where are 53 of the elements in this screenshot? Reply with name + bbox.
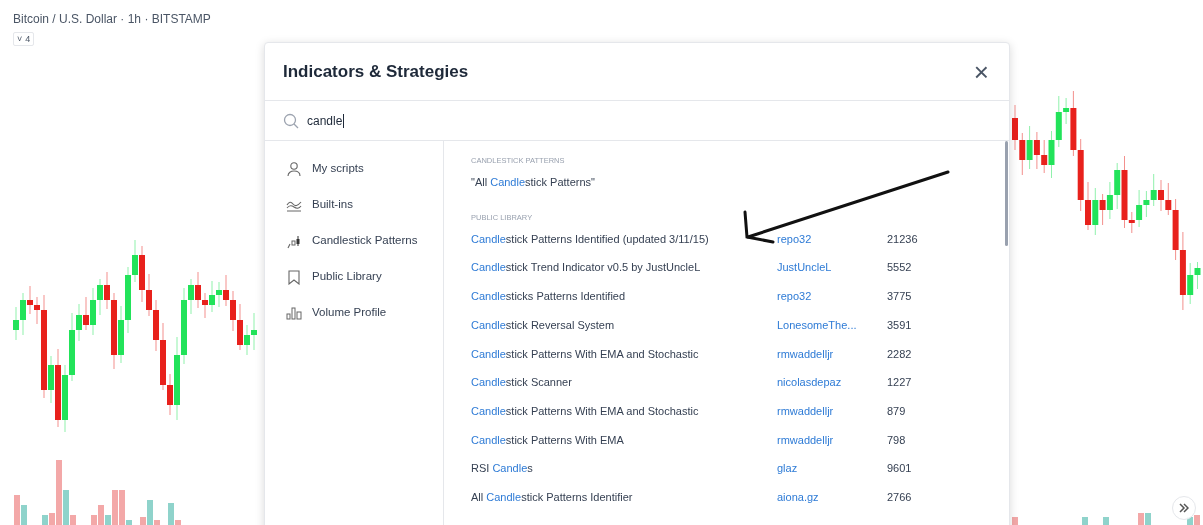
search-icon (283, 112, 299, 129)
dialog-title: Indicators & Strategies (283, 60, 469, 83)
script-title[interactable]: Candlestick Patterns With EMA and Stochastic (471, 345, 777, 363)
author-link[interactable]: rmwaddelljr (777, 431, 887, 449)
likes-count: 1227 (887, 375, 912, 391)
user-icon (286, 161, 302, 177)
bookmark-icon (286, 269, 302, 285)
likes-count: 9601 (887, 461, 912, 477)
chevron-icon: ˅ (17, 34, 23, 44)
collapse-button[interactable]: ˅ 4 (13, 32, 35, 46)
volume-bar (1012, 517, 1018, 525)
chart-title: Bitcoin / U.S. Dollar · 1h · BITSTAMP (13, 11, 211, 27)
likes-count: 3591 (887, 317, 912, 333)
script-title[interactable]: Candlestick Patterns Identified (updated 3/11/15) (471, 230, 777, 248)
bar-chart-icon (286, 305, 302, 321)
likes-count: 21236 (887, 231, 918, 247)
script-title[interactable]: Candlestick Reversal System (471, 316, 777, 334)
sidebar-item[interactable]: Candlestick Patterns (265, 223, 443, 259)
script-title[interactable]: RSI Candles (471, 460, 777, 477)
author-link[interactable]: repo32 (777, 230, 887, 248)
author-link[interactable]: repo32 (777, 288, 887, 305)
sidebar-item[interactable]: Volume Profile (265, 295, 443, 331)
sidebar-item[interactable]: Public Library (265, 259, 443, 295)
script-title[interactable]: Candlestick Trend Indicator v0.5 by JustUncleL (471, 259, 777, 276)
likes-count: 2766 (887, 489, 912, 505)
likes-count: 879 (887, 403, 906, 419)
author-link[interactable]: JustUncleL (777, 259, 887, 276)
script-title[interactable]: All Candlestick Patterns Identifier (471, 488, 777, 506)
volume-bar (1103, 517, 1109, 525)
author-link[interactable]: rmwaddelljr (777, 345, 887, 363)
scrollbar[interactable] (1005, 141, 1008, 246)
likes-count: 5552 (887, 260, 912, 276)
author-link[interactable]: glaz (777, 460, 887, 477)
sidebar-item[interactable]: Built-ins (265, 187, 443, 223)
likes-count: 2282 (887, 346, 912, 362)
volume-bar (1082, 517, 1088, 525)
likes-count: 3775 (887, 289, 912, 305)
author-link[interactable]: nicolasdepaz (777, 374, 887, 391)
author-link[interactable]: rmwaddelljr (777, 402, 887, 420)
script-title[interactable]: Candlestick Patterns With EMA and Stochastic (471, 402, 777, 420)
double-chevron-icon (1179, 503, 1189, 513)
script-title[interactable]: Candlestick Scanner (471, 374, 777, 391)
search-field[interactable]: candle (265, 101, 1009, 141)
close-button[interactable]: × (973, 58, 989, 85)
scroll-to-end-button[interactable] (1172, 496, 1196, 520)
script-title[interactable]: Candlesticks Patterns Identified (471, 288, 777, 305)
sidebar-item[interactable]: My scripts (265, 151, 443, 187)
likes-count: 798 (887, 432, 906, 448)
script-title[interactable]: "All Candlestick Patterns" (471, 174, 777, 191)
script-title[interactable]: Candlestick Patterns With EMA (471, 431, 777, 449)
author-link[interactable]: LonesomeThe... (777, 316, 887, 334)
candlestick-icon (286, 233, 302, 249)
author-link[interactable]: aiona.gz (777, 488, 887, 506)
